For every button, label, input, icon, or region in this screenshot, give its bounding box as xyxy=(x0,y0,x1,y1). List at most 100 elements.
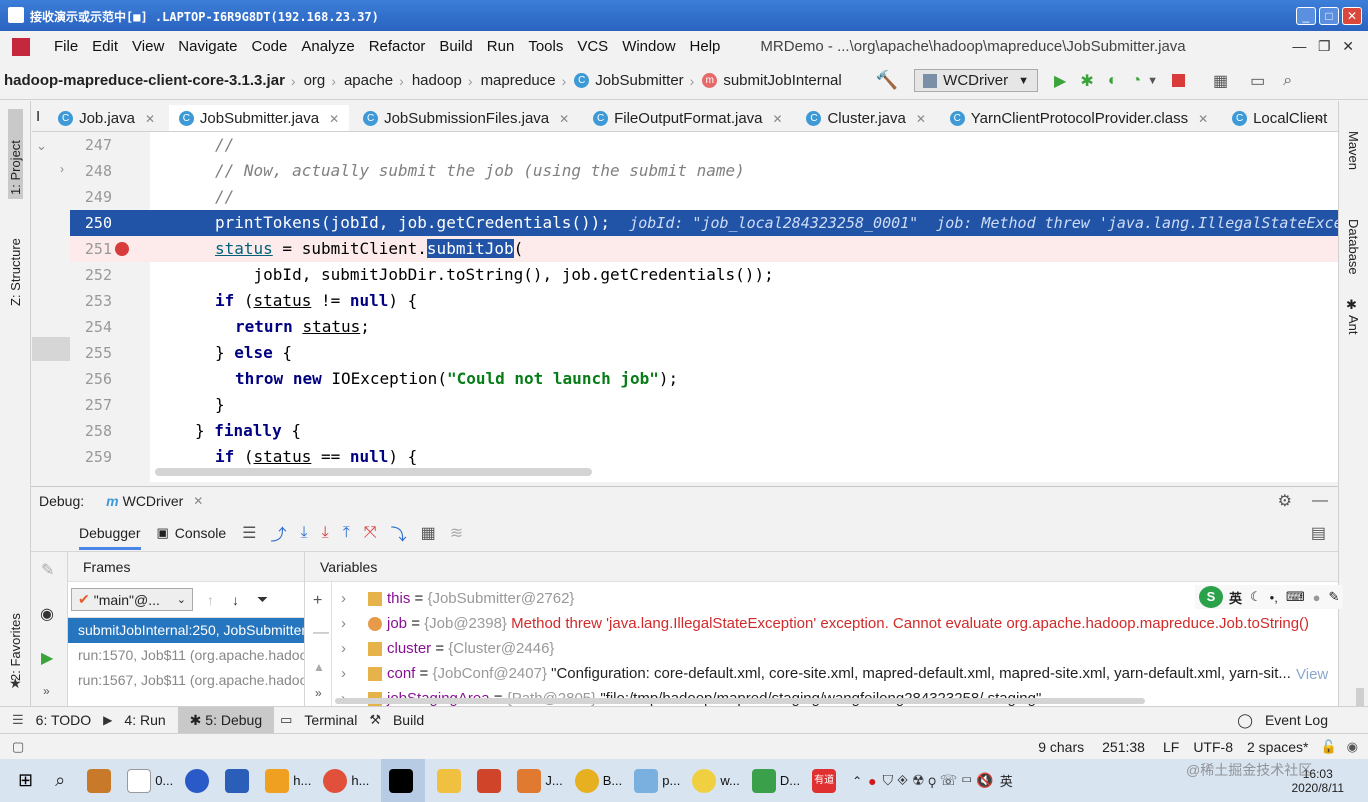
menu-view[interactable]: View xyxy=(132,38,164,55)
tray-icons[interactable]: ⛉ ◈ ☢ ⚲ ☏ ▭ 🔇 xyxy=(883,772,994,789)
stop-icon[interactable] xyxy=(1172,74,1185,87)
chevron-right-icon[interactable]: › xyxy=(341,586,346,611)
horizontal-scrollbar[interactable] xyxy=(155,468,592,476)
wrench-icon[interactable]: ✎ xyxy=(1328,589,1339,605)
trace-icon[interactable]: ≋ xyxy=(450,523,463,543)
evaluate-icon[interactable]: ▦ xyxy=(421,523,436,543)
debug-session-tab[interactable]: WCDriver xyxy=(123,493,184,509)
ime-indicator[interactable]: 英 xyxy=(1000,771,1013,790)
window-controls-icon[interactable]: — ❐ ✕ xyxy=(1292,38,1354,55)
tool-terminal[interactable]: Terminal xyxy=(292,707,369,734)
variable-row[interactable]: › job = {Job@2398} Method threw 'java.lan… xyxy=(305,611,1338,636)
tab-job-java[interactable]: C Job.java ✕ xyxy=(48,103,165,131)
chevron-right-icon[interactable]: › xyxy=(341,611,346,636)
coverage-icon[interactable]: ◐ xyxy=(1108,72,1118,90)
indent-setting[interactable]: 2 spaces* xyxy=(1247,739,1308,755)
taskbar-app[interactable] xyxy=(437,759,465,802)
taskbar-app[interactable] xyxy=(477,759,505,802)
taskbar-app-intellij[interactable] xyxy=(381,759,426,802)
chevron-right-icon[interactable]: › xyxy=(341,636,346,661)
breadcrumb-apache[interactable]: apache xyxy=(344,72,393,89)
breadcrumb-class[interactable]: JobSubmitter xyxy=(595,72,683,89)
taskbar-app[interactable] xyxy=(185,759,213,802)
chevron-down-icon[interactable]: ⌄ xyxy=(36,138,47,154)
taskbar-app[interactable]: 0... xyxy=(127,759,173,802)
drop-frame-icon[interactable]: ⤧ xyxy=(364,524,377,542)
show-execution-point-icon[interactable]: ⤴ xyxy=(271,521,287,545)
lock-icon[interactable]: 🔓 xyxy=(1320,739,1336,755)
close-icon[interactable]: ✕ xyxy=(145,112,155,126)
sogou-icon[interactable]: S xyxy=(1199,586,1223,608)
search-icon[interactable]: ⌕ xyxy=(1283,72,1292,90)
modify-config-icon[interactable]: ✎ xyxy=(41,560,54,580)
tab-debugger[interactable]: Debugger xyxy=(79,516,141,550)
layout-icon[interactable]: ☰ xyxy=(242,523,256,543)
tab-jobsubmissionfiles-java[interactable]: C JobSubmissionFiles.java ✕ xyxy=(353,103,579,131)
project-structure-icon[interactable]: ▦ xyxy=(1213,71,1228,91)
restore-layout-icon[interactable]: ▤ xyxy=(1311,523,1326,543)
terminal-icon[interactable]: ▭ xyxy=(1250,71,1265,91)
taskbar-app[interactable]: 有道 xyxy=(812,759,840,802)
tool-event-log[interactable]: Event Log xyxy=(1253,707,1340,734)
tab-fileoutputformat-java[interactable]: C FileOutputFormat.java ✕ xyxy=(583,103,792,131)
variable-row[interactable]: › this = {JobSubmitter@2762} xyxy=(305,586,1338,611)
menu-file[interactable]: File xyxy=(54,38,78,55)
ant-tool-button[interactable]: Ant xyxy=(1346,315,1361,335)
breakpoint-icon[interactable] xyxy=(115,242,129,256)
ime-language[interactable]: 英 xyxy=(1229,588,1242,607)
horizontal-scrollbar[interactable] xyxy=(335,698,1145,704)
windows-start-icon[interactable]: ⊞ xyxy=(18,770,33,791)
close-button[interactable]: ✕ xyxy=(1342,7,1362,25)
user-icon[interactable]: ● xyxy=(1313,590,1321,605)
tab-jobsubmitter-java[interactable]: C JobSubmitter.java ✕ xyxy=(168,104,350,131)
minimize-button[interactable]: _ xyxy=(1296,7,1316,25)
filter-icon[interactable]: ⏷ xyxy=(257,591,268,608)
breadcrumb-hadoop[interactable]: hadoop xyxy=(412,72,462,89)
step-out-icon[interactable]: ⤒ xyxy=(343,524,350,542)
database-tool-button[interactable]: Database xyxy=(1346,219,1361,275)
step-over-icon[interactable]: ⤓ xyxy=(301,524,308,542)
breadcrumb-mapreduce[interactable]: mapreduce xyxy=(481,72,556,89)
inspector-icon[interactable]: ◉ xyxy=(1347,739,1358,755)
layout-toggle-icon[interactable]: ▢ xyxy=(12,739,24,755)
tool-debug[interactable]: ✱ 5: Debug xyxy=(177,706,275,734)
arrow-up-icon[interactable]: ↑ xyxy=(207,592,214,608)
menu-run[interactable]: Run xyxy=(487,38,515,55)
profile-icon[interactable]: ◔ xyxy=(1131,72,1141,90)
code-editor[interactable]: // // Now, actually submit the job (usin… xyxy=(150,132,1338,482)
project-tool-button[interactable]: 1: Project xyxy=(8,109,23,199)
chevron-right-icon[interactable]: › xyxy=(341,661,346,686)
run-to-cursor-icon[interactable]: ⤵ xyxy=(391,521,407,545)
tool-build[interactable]: Build xyxy=(381,707,436,734)
frame-item[interactable]: submitJobInternal:250, JobSubmitter xyxy=(68,618,304,643)
menu-navigate[interactable]: Navigate xyxy=(178,38,237,55)
hammer-icon[interactable]: 🔨 xyxy=(876,70,898,91)
maximize-button[interactable]: □ xyxy=(1319,7,1339,25)
breadcrumb-org[interactable]: org xyxy=(304,72,326,89)
taskbar-app[interactable] xyxy=(225,759,253,802)
taskbar-app[interactable]: J... xyxy=(517,759,563,802)
favorites-tool-button[interactable]: 2: Favorites xyxy=(8,601,23,681)
minimize-panel-icon[interactable]: — xyxy=(1312,492,1328,510)
more-icon[interactable]: » xyxy=(43,684,50,698)
chevron-right-icon[interactable]: › xyxy=(60,162,64,176)
close-icon[interactable]: ✕ xyxy=(559,112,569,126)
close-icon[interactable]: ✕ xyxy=(773,112,783,126)
caret-position[interactable]: 251:38 xyxy=(1102,739,1145,755)
debug-bug-icon[interactable]: ✱ xyxy=(1080,71,1093,91)
variable-row[interactable]: › conf = {JobConf@2407} "Configuration: c… xyxy=(305,661,1338,686)
record-icon[interactable]: ● xyxy=(868,773,876,789)
menu-refactor[interactable]: Refactor xyxy=(369,38,426,55)
menu-edit[interactable]: Edit xyxy=(92,38,118,55)
close-icon[interactable]: ✕ xyxy=(916,112,926,126)
menu-tools[interactable]: Tools xyxy=(528,38,563,55)
taskbar-app[interactable]: w... xyxy=(692,759,740,802)
close-icon[interactable]: ✕ xyxy=(1198,112,1208,126)
breadcrumb-jar[interactable]: hadoop-mapreduce-client-core-3.1.3.jar xyxy=(4,72,285,89)
frame-item[interactable]: run:1567, Job$11 (org.apache.hadoop.mapr… xyxy=(68,668,304,693)
moon-icon[interactable]: ☾ xyxy=(1250,589,1262,605)
tab-overflow[interactable]: I xyxy=(32,101,44,131)
taskbar-app[interactable]: h... xyxy=(323,759,369,802)
gear-icon[interactable]: ⚙ xyxy=(1278,491,1292,511)
tab-cluster-java[interactable]: C Cluster.java ✕ xyxy=(796,103,935,131)
